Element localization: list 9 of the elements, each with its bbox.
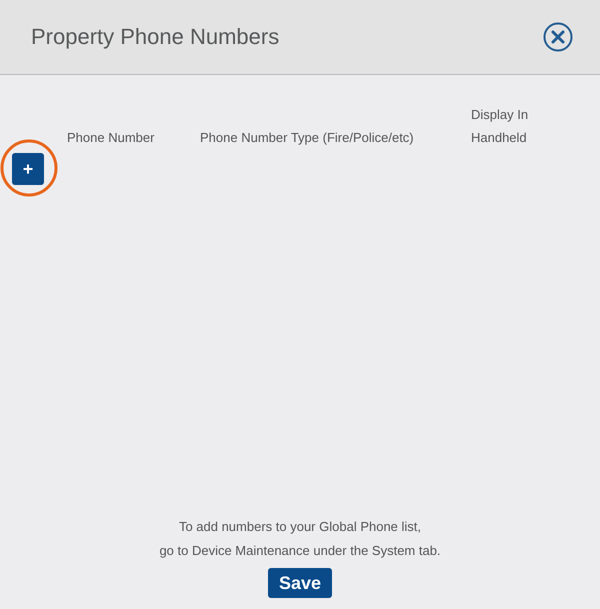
add-button[interactable]: + [12,153,44,185]
close-icon[interactable] [543,22,573,52]
highlight-circle [0,139,58,197]
save-button[interactable]: Save [268,568,332,598]
dialog-title: Property Phone Numbers [31,24,280,50]
column-header: Phone Number Type (Fire/Police/etc) [200,129,415,147]
column-header: Phone Number [67,129,156,147]
help-text: To add numbers to your Global Phone list, go to Device Maintenance under the System tab. [159,518,441,560]
column-header: Display In Handheld [471,106,530,147]
